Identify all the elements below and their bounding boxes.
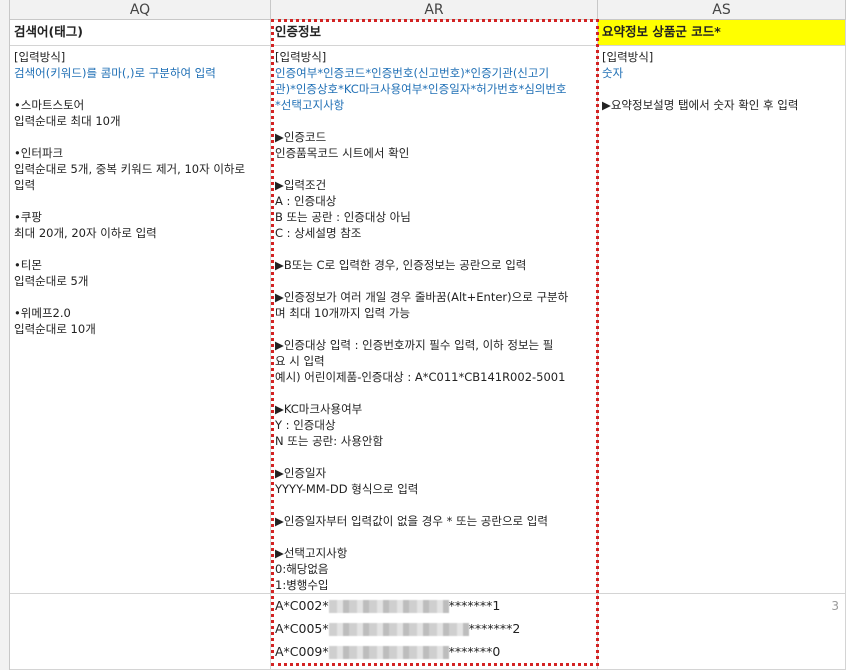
cell-as-description[interactable]: [입력방식] 숫자 ▶요약정보설명 탭에서 숫자 확인 후 입력 xyxy=(598,46,846,594)
ar-text-line: ▶입력조건 xyxy=(275,178,327,192)
cell-ar-description[interactable]: [입력방식] 인증여부*인증코드*인증번호(신고번호)*인증기관(신고기관)*인증… xyxy=(271,46,598,594)
cell-ar-data[interactable]: A*C002* *******1 A*C005* *******2 A*C009* ***… xyxy=(271,594,598,670)
redacted-value xyxy=(328,600,449,613)
cell-as-data[interactable]: 3 xyxy=(598,594,846,670)
aq-text-line: •쿠팡 xyxy=(14,210,42,224)
redacted-value xyxy=(328,623,469,636)
aq-text-line: 최대 20개, 20자 이하로 입력 xyxy=(14,226,157,240)
ar-text-line: 며 최대 10개까지 입력 가능 xyxy=(275,306,411,320)
ar-data-suffix: *******1 xyxy=(448,598,501,613)
ar-text-line: ▶인증정보가 여러 개일 경우 줄바꿈(Alt+Enter)으로 구분하 xyxy=(275,290,569,304)
ar-text-line: 인증품목코드 시트에서 확인 xyxy=(275,146,410,160)
redacted-value xyxy=(328,646,449,659)
aq-text-line: •티몬 xyxy=(14,258,42,272)
ar-data-suffix: *******0 xyxy=(448,644,501,659)
ar-data-line: A*C009* *******0 xyxy=(271,640,597,663)
cell-as-header[interactable]: 요약정보 상품군 코드* xyxy=(598,20,846,46)
ar-data-line: A*C005* *******2 xyxy=(271,617,597,640)
aq-text-line: 입력순대로 최대 10개 xyxy=(14,114,121,128)
ar-text-line: 요 시 입력 xyxy=(275,354,325,368)
ar-text-line: ▶선택고지사항 xyxy=(275,546,348,560)
ar-data-values: A*C002* *******1 A*C005* *******2 A*C009* ***… xyxy=(271,594,597,663)
ar-text-line: 0:해당없음 xyxy=(275,562,329,576)
aq-text-line: [입력방식] xyxy=(14,50,66,64)
ar-text-spacer xyxy=(275,113,594,129)
ar-text-line: [입력방식] xyxy=(275,50,327,64)
ar-text-line: N 또는 공란: 사용안함 xyxy=(275,434,384,448)
ar-text-spacer xyxy=(275,241,594,257)
ar-text-line: ▶B또는 C로 입력한 경우, 인증정보는 공란으로 입력 xyxy=(275,258,527,272)
ar-data-prefix: A*C005* xyxy=(275,621,329,636)
ar-text-spacer xyxy=(275,449,594,465)
as-text-line: 숫자 xyxy=(602,66,624,80)
aq-text-spacer xyxy=(14,81,267,97)
aq-text-spacer xyxy=(14,193,267,209)
ar-text-line: C : 상세설명 참조 xyxy=(275,226,362,240)
ar-text-line: B 또는 공란 : 인증대상 아님 xyxy=(275,210,411,224)
ar-text-line: ▶인증대상 입력 : 인증번호까지 필수 입력, 이하 정보는 필 xyxy=(275,338,554,352)
ar-text-spacer xyxy=(275,273,594,289)
as-data-value: 3 xyxy=(831,599,839,613)
ar-data-line: A*C002* *******1 xyxy=(271,594,597,617)
cell-aq-data[interactable] xyxy=(10,594,271,670)
aq-text-line: 입력순대로 5개, 중복 키워드 제거, 10자 이하로 xyxy=(14,162,246,176)
ar-text-line: 1:병행수입 xyxy=(275,578,329,592)
aq-text-line: •인터파크 xyxy=(14,146,64,160)
ar-text-line: ▶인증일자 xyxy=(275,466,327,480)
ar-text-spacer xyxy=(275,161,594,177)
ar-text-spacer xyxy=(275,385,594,401)
aq-text-spacer xyxy=(14,289,267,305)
aq-text-line: 입력 xyxy=(14,178,36,192)
ar-text-line: ▶인증일자부터 입력값이 없을 경우 * 또는 공란으로 입력 xyxy=(275,514,548,528)
cell-aq-header[interactable]: 검색어(태그) xyxy=(10,20,271,46)
aq-text-line: •위메프2.0 xyxy=(14,306,71,320)
column-header-as[interactable]: AS xyxy=(598,0,846,20)
aq-text-line: •스마트스토어 xyxy=(14,98,85,112)
aq-description-text: [입력방식] 검색어(키워드)를 콤마(,)로 구분하여 입력 •스마트스토어입력순… xyxy=(10,46,270,337)
ar-text-line: *선택고지사항 xyxy=(275,98,345,112)
as-text-spacer xyxy=(602,81,842,97)
aq-text-line: 입력순대로 5개 xyxy=(14,274,89,288)
ar-text-spacer xyxy=(275,321,594,337)
aq-text-line: 입력순대로 10개 xyxy=(14,322,96,336)
aq-text-spacer xyxy=(14,129,267,145)
ar-data-prefix: A*C009* xyxy=(275,644,329,659)
column-header-aq[interactable]: AQ xyxy=(10,0,271,20)
as-text-line: [입력방식] xyxy=(602,50,654,64)
column-header-ar[interactable]: AR xyxy=(271,0,598,20)
ar-text-line: 예시) 어린이제품-인증대상 : A*C011*CB141R002-5001 xyxy=(275,370,566,384)
ar-text-line: 관)*인증상호*KC마크사용여부*인증일자*허가번호*심의번호 xyxy=(275,82,567,96)
ar-description-text: [입력방식] 인증여부*인증코드*인증번호(신고번호)*인증기관(신고기관)*인증… xyxy=(271,46,597,593)
ar-text-line: Y : 인증대상 xyxy=(275,418,336,432)
as-description-text: [입력방식] 숫자 ▶요약정보설명 탭에서 숫자 확인 후 입력 xyxy=(598,46,845,113)
ar-text-spacer xyxy=(275,497,594,513)
aq-text-line: 검색어(키워드)를 콤마(,)로 구분하여 입력 xyxy=(14,66,216,80)
aq-text-spacer xyxy=(14,241,267,257)
spreadsheet: AQ AR AS 검색어(태그) 인증정보 요약정보 상품군 코드* [입력방식… xyxy=(0,0,846,670)
ar-text-line: YYYY-MM-DD 형식으로 입력 xyxy=(275,482,419,496)
ar-text-line: ▶인증코드 xyxy=(275,130,327,144)
ar-text-line: ▶KC마크사용여부 xyxy=(275,402,363,416)
ar-text-line: 인증여부*인증코드*인증번호(신고번호)*인증기관(신고기 xyxy=(275,66,550,80)
cell-aq-description[interactable]: [입력방식] 검색어(키워드)를 콤마(,)로 구분하여 입력 •스마트스토어입력순… xyxy=(10,46,271,594)
ar-data-prefix: A*C002* xyxy=(275,598,329,613)
row-header-gutter xyxy=(0,0,10,670)
as-text-line: ▶요약정보설명 탭에서 숫자 확인 후 입력 xyxy=(602,98,799,112)
ar-text-line: A : 인증대상 xyxy=(275,194,337,208)
ar-data-suffix: *******2 xyxy=(468,621,521,636)
ar-text-spacer xyxy=(275,529,594,545)
cell-ar-header[interactable]: 인증정보 xyxy=(271,20,598,46)
